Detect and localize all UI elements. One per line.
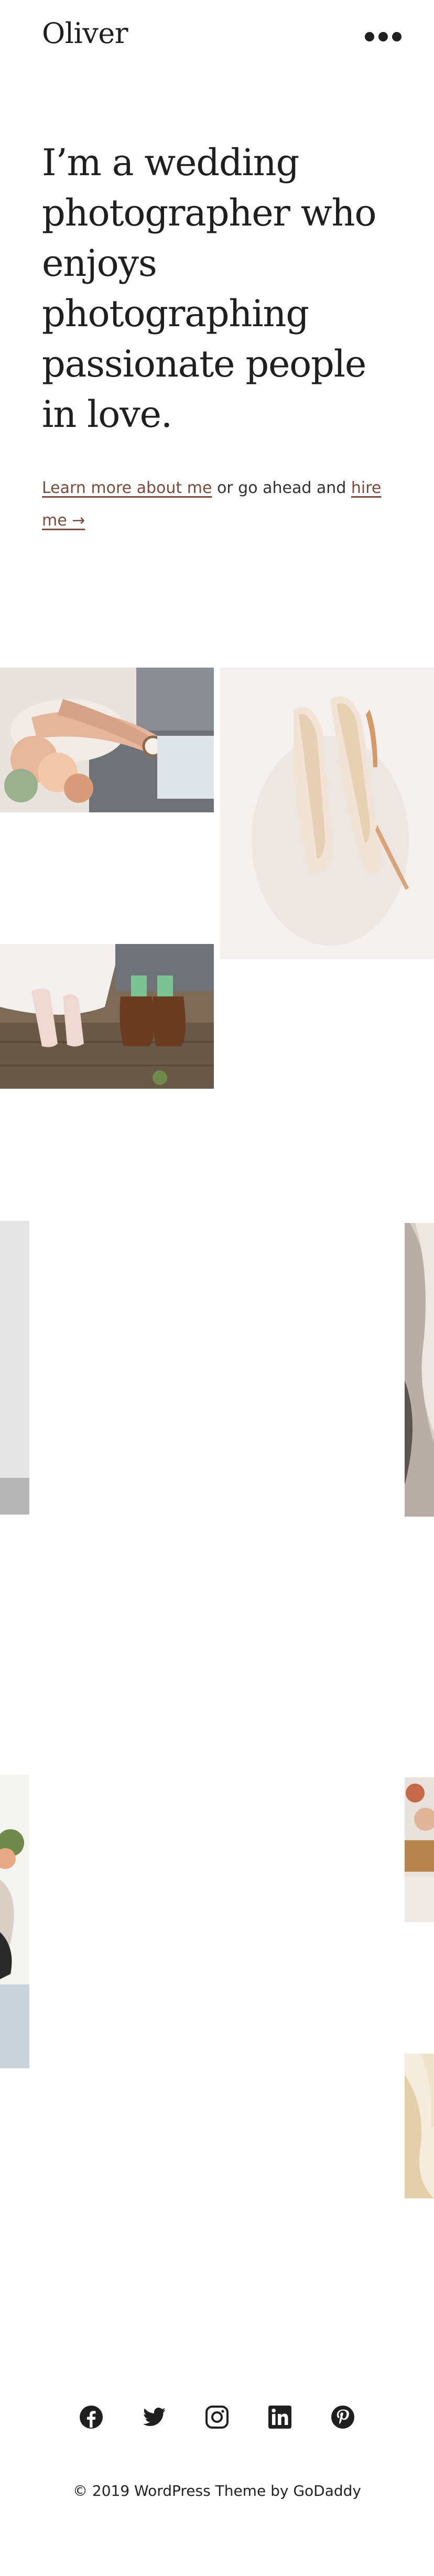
hero-links: Learn more about me or go ahead and hire… — [42, 472, 398, 537]
couple-shoes-photo[interactable] — [0, 944, 214, 1089]
hero-links-text: or go ahead and — [212, 479, 351, 497]
social-links — [0, 2405, 434, 2436]
menu-dot — [378, 32, 388, 41]
hands-rings-bouquet-photo[interactable] — [0, 668, 214, 812]
twitter-icon[interactable] — [142, 2405, 167, 2436]
footer-copyright: © 2019 WordPress Theme by GoDaddy — [72, 2482, 361, 2499]
partial-photo-left[interactable] — [0, 1221, 29, 1515]
hero: I’m a wedding photographer who enjoys ph… — [42, 137, 398, 439]
facebook-icon[interactable] — [79, 2405, 104, 2436]
instagram-icon[interactable] — [204, 2405, 230, 2436]
partial-photo-right[interactable] — [405, 1223, 434, 1517]
learn-more-link[interactable]: Learn more about me — [42, 479, 212, 497]
site-title[interactable]: Oliver — [42, 17, 128, 50]
partial-bride-bouquet-photo[interactable] — [0, 1775, 29, 2068]
site-header: Oliver — [0, 0, 434, 73]
more-dots-icon[interactable] — [365, 26, 402, 47]
partial-flowers-photo[interactable] — [405, 1777, 434, 1922]
hero-heading: I’m a wedding photographer who enjoys ph… — [42, 141, 376, 436]
linkedin-icon[interactable] — [267, 2405, 292, 2436]
menu-dot — [392, 32, 402, 41]
bridal-heels-photo[interactable] — [220, 668, 434, 959]
pinterest-icon[interactable] — [330, 2405, 355, 2436]
partial-dress-photo[interactable] — [405, 2054, 434, 2198]
menu-dot — [365, 32, 374, 41]
